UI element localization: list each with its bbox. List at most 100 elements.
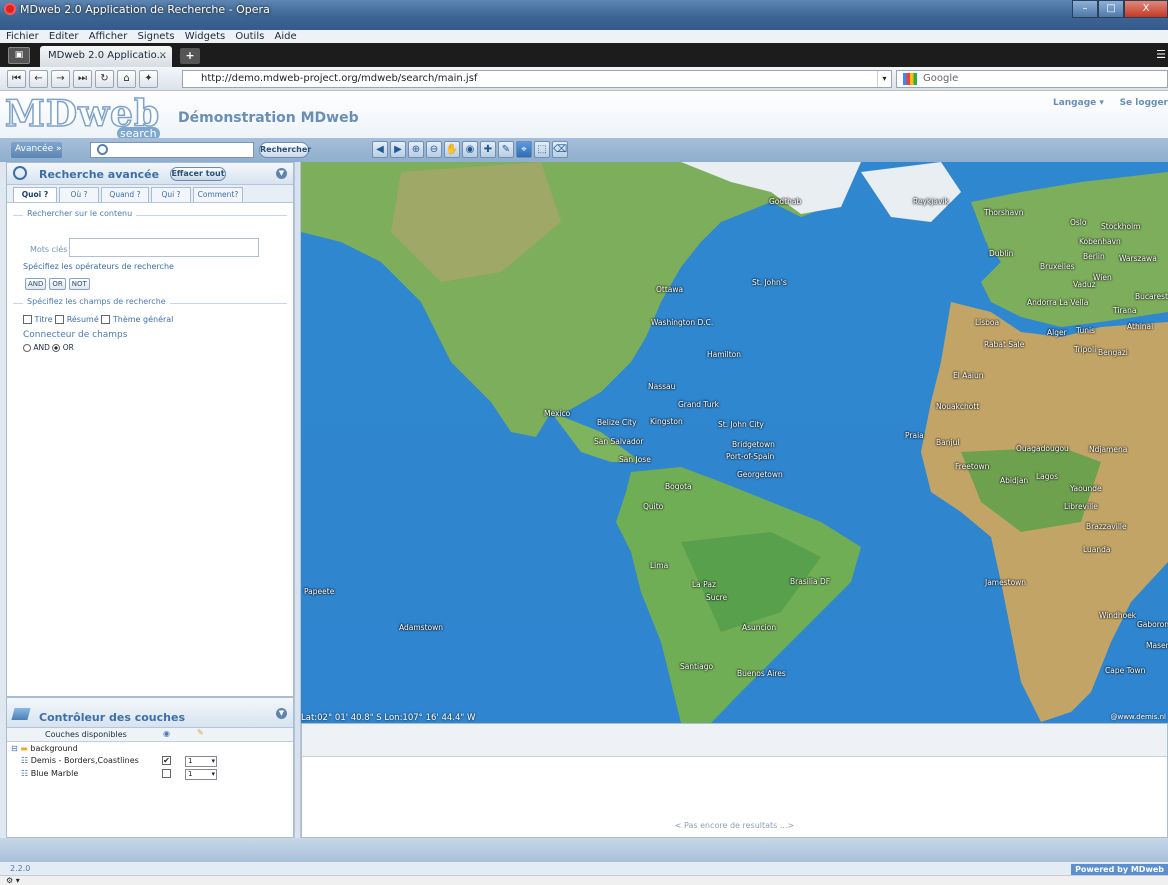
fields-legend: Spécifiez les champs de recherche bbox=[23, 297, 170, 306]
zoom-out-icon[interactable]: ⊖ bbox=[426, 141, 442, 158]
minimize-button[interactable]: – bbox=[1072, 0, 1098, 18]
city-label: Gaborone bbox=[1137, 620, 1168, 629]
rewind-icon[interactable]: ⏮ bbox=[7, 70, 26, 88]
home-icon[interactable]: ⌂ bbox=[117, 70, 136, 88]
layer-name: Blue Marble bbox=[30, 769, 79, 778]
layers-icon bbox=[11, 708, 31, 720]
status-icon[interactable]: ⚙ ▾ bbox=[6, 876, 20, 885]
not-operator-button[interactable]: NOT bbox=[68, 278, 90, 290]
search-input[interactable] bbox=[90, 142, 254, 158]
tab-qui[interactable]: Qui ? bbox=[151, 187, 191, 202]
city-label: Grand Turk bbox=[678, 400, 720, 409]
city-label: Asuncion bbox=[742, 623, 777, 632]
group-label: background bbox=[30, 744, 78, 753]
full-extent-icon[interactable]: ◉ bbox=[462, 141, 478, 158]
connector-or-radio[interactable] bbox=[52, 344, 61, 352]
next-view-icon[interactable]: ▶ bbox=[390, 141, 406, 158]
select-box-icon[interactable]: ⬚ bbox=[534, 141, 550, 158]
collapse-icon[interactable]: ▼ bbox=[276, 168, 287, 179]
forward-icon[interactable]: → bbox=[51, 70, 70, 88]
city-label: Thorshavn bbox=[984, 208, 1024, 217]
city-label: Vaduz bbox=[1073, 280, 1096, 289]
advanced-search-button[interactable]: Avancée » bbox=[11, 142, 62, 158]
language-menu[interactable]: Langage ▾ bbox=[1053, 98, 1104, 108]
pan-icon[interactable]: ✋ bbox=[444, 141, 460, 158]
operators-label: Spécifiez les opérateurs de recherche bbox=[23, 262, 174, 271]
city-label: Ottawa bbox=[656, 285, 684, 294]
resume-checkbox[interactable] bbox=[55, 315, 65, 324]
menu-signets[interactable]: Signets bbox=[138, 31, 175, 42]
powered-by-badge: Powered by MDweb bbox=[1071, 864, 1168, 875]
city-label: Hamilton bbox=[707, 350, 741, 359]
panel-splitter[interactable] bbox=[294, 162, 301, 838]
city-label: Luanda bbox=[1083, 545, 1111, 554]
tab-menu-icon[interactable]: ☰ bbox=[1156, 48, 1166, 61]
menu-widgets[interactable]: Widgets bbox=[185, 31, 225, 42]
address-bar[interactable]: http://demo.mdweb-project.org/mdweb/sear… bbox=[182, 70, 892, 88]
back-icon[interactable]: ← bbox=[29, 70, 48, 88]
city-label: Washington D.C. bbox=[651, 318, 714, 327]
close-window-button[interactable]: X bbox=[1124, 0, 1168, 18]
login-link[interactable]: Se logger bbox=[1120, 98, 1168, 108]
or-operator-button[interactable]: OR bbox=[49, 278, 66, 290]
web-search-field[interactable]: Google bbox=[896, 70, 1168, 88]
maximize-button[interactable]: □ bbox=[1098, 0, 1124, 18]
search-button[interactable]: Rechercher bbox=[259, 142, 311, 158]
layer-controller-title: Contrôleur des couches bbox=[39, 711, 185, 724]
wand-icon[interactable]: ✦ bbox=[139, 70, 158, 88]
menu-aide[interactable]: Aide bbox=[275, 31, 297, 42]
city-label: Bridgetown bbox=[732, 440, 775, 449]
connector-and-radio[interactable] bbox=[23, 344, 31, 352]
city-label: Rabat Sale bbox=[984, 340, 1025, 349]
city-label: Andorra La Vella bbox=[1027, 298, 1089, 307]
menu-afficher[interactable]: Afficher bbox=[89, 31, 128, 42]
panel-toggle-icon[interactable]: ▣ bbox=[8, 47, 30, 64]
titre-checkbox[interactable] bbox=[23, 315, 32, 324]
layer-collapse-icon[interactable]: ▼ bbox=[276, 708, 287, 719]
layer-order-select[interactable]: 1 bbox=[185, 756, 217, 767]
layer-order-select[interactable]: 1 bbox=[185, 769, 217, 780]
reload-icon[interactable]: ↻ bbox=[95, 70, 114, 88]
history-dropdown-icon[interactable]: ▾ bbox=[877, 71, 891, 87]
app-bottom-bar bbox=[0, 838, 1168, 862]
layer-icon: ☷ bbox=[21, 769, 29, 778]
and-operator-button[interactable]: AND bbox=[25, 278, 47, 290]
city-label: Berlin bbox=[1083, 252, 1105, 261]
clear-all-button[interactable]: Effacer tout bbox=[170, 167, 226, 181]
previous-view-icon[interactable]: ◀ bbox=[372, 141, 388, 158]
city-label: Alger bbox=[1047, 328, 1067, 337]
fast-forward-icon[interactable]: ⏭ bbox=[73, 70, 92, 88]
city-label: Yaounde bbox=[1070, 484, 1102, 493]
city-label: Abidjan bbox=[1000, 476, 1029, 485]
tab-close-icon[interactable]: × bbox=[159, 46, 167, 66]
menu-outils[interactable]: Outils bbox=[235, 31, 264, 42]
layer-visibility-checkbox[interactable] bbox=[162, 769, 171, 778]
layer-controller-panel: Contrôleur des couches ▼ Couches disponi… bbox=[6, 697, 294, 838]
coordinates-readout: Lat:02° 01' 40.8" S Lon:107° 16' 44.4" W bbox=[301, 713, 476, 723]
map-view[interactable]: Godthab Reykjavik Thorshavn Oslo Stockho… bbox=[301, 162, 1168, 723]
connector-or-label: OR bbox=[62, 343, 74, 352]
menu-fichier[interactable]: Fichier bbox=[6, 31, 39, 42]
new-tab-button[interactable]: + bbox=[180, 48, 200, 64]
tab-ou[interactable]: Où ? bbox=[59, 187, 99, 202]
theme-checkbox[interactable] bbox=[101, 315, 111, 324]
layer-row: ☷ Blue Marble bbox=[21, 769, 78, 778]
measure-icon[interactable]: ⌖ bbox=[516, 141, 532, 158]
content-legend: Rechercher sur le contenu bbox=[23, 209, 137, 218]
tab-quoi[interactable]: Quoi ? bbox=[13, 187, 57, 202]
layer-grid-header: Couches disponibles ◉ ✎ bbox=[7, 728, 293, 742]
city-label: Sucre bbox=[706, 593, 728, 602]
tab-comment[interactable]: Comment? bbox=[193, 187, 243, 202]
advanced-search-panel: Recherche avancée Effacer tout ▼ Quoi ? … bbox=[6, 162, 294, 697]
layer-visibility-checkbox[interactable]: ✔ bbox=[162, 756, 171, 765]
group-expand-icon[interactable]: ⊟ bbox=[11, 744, 18, 753]
zoom-in-icon[interactable]: ⊕ bbox=[408, 141, 424, 158]
eraser-icon[interactable]: ⌫ bbox=[552, 141, 568, 158]
tab-quand[interactable]: Quand ? bbox=[101, 187, 149, 202]
search-icon bbox=[97, 144, 108, 155]
info-icon[interactable]: ✚ bbox=[480, 141, 496, 158]
browser-tab[interactable]: MDweb 2.0 Applicatio... × bbox=[40, 46, 172, 67]
query-icon[interactable]: ✎ bbox=[498, 141, 514, 158]
menu-editer[interactable]: Editer bbox=[49, 31, 79, 42]
keywords-input[interactable] bbox=[69, 238, 259, 257]
